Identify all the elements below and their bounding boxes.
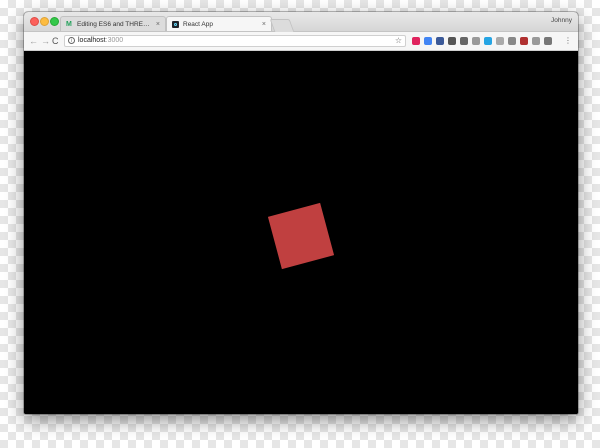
ext-7-icon[interactable]	[484, 37, 492, 45]
ext-2-icon[interactable]	[424, 37, 432, 45]
profile-name[interactable]: Johnny	[551, 17, 572, 24]
ext-10-icon[interactable]	[520, 37, 528, 45]
url-port: :3000	[105, 37, 124, 44]
new-tab-button[interactable]	[269, 19, 295, 32]
ext-5-icon[interactable]	[460, 37, 468, 45]
reload-icon[interactable]: C	[52, 35, 59, 47]
ext-12-icon[interactable]	[544, 37, 552, 45]
url-host: localhost	[78, 37, 106, 44]
tab-react-app[interactable]: React App ×	[166, 16, 272, 31]
ext-11-icon[interactable]	[532, 37, 540, 45]
ext-8-icon[interactable]	[496, 37, 504, 45]
minimize-window-button[interactable]	[40, 17, 49, 26]
address-bar[interactable]: i localhost:3000 ☆	[64, 35, 406, 47]
react-icon	[172, 20, 179, 28]
ext-1-icon[interactable]	[412, 37, 420, 45]
browser-toolbar: ← → C i localhost:3000 ☆ ⋮	[24, 32, 578, 51]
forward-icon[interactable]: →	[41, 35, 50, 47]
url-text[interactable]: localhost:3000	[78, 36, 123, 46]
tab-label: React App	[183, 20, 213, 28]
bookmark-star-icon[interactable]: ☆	[395, 36, 402, 46]
info-icon[interactable]: i	[68, 37, 75, 44]
menu-icon[interactable]: ⋮	[564, 36, 572, 45]
ext-6-icon[interactable]	[472, 37, 480, 45]
ext-3-icon[interactable]	[436, 37, 444, 45]
tab-label: Editing ES6 and THREE.js – M	[77, 20, 153, 28]
medium-m-icon: M	[66, 20, 72, 28]
tab-editing-es6[interactable]: M Editing ES6 and THREE.js – M ×	[60, 16, 166, 31]
ext-9-icon[interactable]	[508, 37, 516, 45]
ext-4-icon[interactable]	[448, 37, 456, 45]
close-tab-icon[interactable]: ×	[262, 21, 266, 28]
webgl-canvas[interactable]	[24, 51, 578, 414]
title-bar: M Editing ES6 and THREE.js – M × React A…	[24, 12, 578, 32]
back-icon[interactable]: ←	[29, 35, 38, 47]
zoom-window-button[interactable]	[50, 17, 59, 26]
rotating-cube	[267, 202, 335, 270]
close-window-button[interactable]	[30, 17, 39, 26]
close-tab-icon[interactable]: ×	[156, 21, 160, 28]
browser-window: M Editing ES6 and THREE.js – M × React A…	[24, 12, 578, 414]
